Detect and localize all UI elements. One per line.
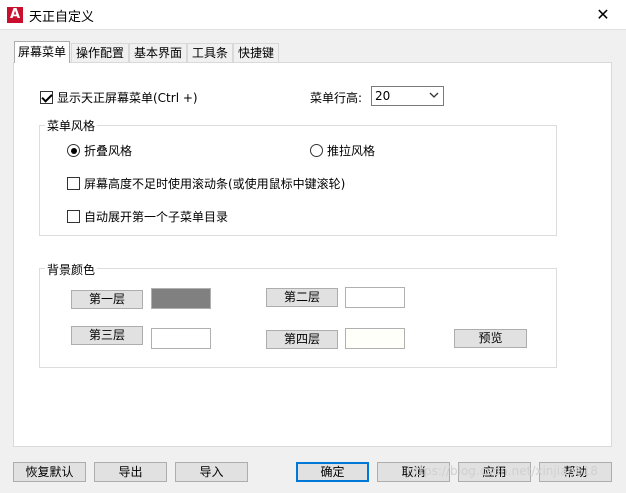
auto-expand-label: 自动展开第一个子菜单目录	[84, 210, 229, 224]
chevron-down-icon	[429, 92, 439, 98]
show-menu-label: 显示天正屏幕菜单(Ctrl +)	[57, 91, 198, 105]
scrollbar-label: 屏幕高度不足时使用滚动条(或使用鼠标中键滚轮)	[84, 177, 346, 191]
layer4-color-swatch[interactable]	[345, 328, 405, 349]
tab-shortcuts[interactable]: 快捷键	[233, 43, 279, 62]
export-button[interactable]: 导出	[94, 462, 167, 482]
menu-style-title: 菜单风格	[45, 117, 98, 134]
push-style-radio-row[interactable]: 推拉风格	[310, 142, 375, 159]
layer3-button[interactable]: 第三层	[71, 326, 143, 345]
title-bar: A 天正自定义 ✕	[0, 0, 626, 30]
close-icon[interactable]: ✕	[580, 0, 626, 30]
fold-style-label: 折叠风格	[84, 144, 133, 158]
layer2-button[interactable]: 第二层	[266, 288, 338, 307]
row-height-select[interactable]: 20	[371, 86, 444, 106]
layer2-color-swatch[interactable]	[345, 287, 405, 308]
fold-style-radio[interactable]	[67, 144, 80, 157]
restore-default-button[interactable]: 恢复默认	[13, 462, 86, 482]
apply-button[interactable]: 应用	[458, 462, 531, 482]
tab-basic-interface[interactable]: 基本界面	[129, 43, 187, 62]
tab-toolbar[interactable]: 工具条	[187, 43, 233, 62]
scrollbar-checkbox[interactable]	[67, 177, 80, 190]
import-button[interactable]: 导入	[175, 462, 248, 482]
background-color-title: 背景颜色	[45, 261, 98, 278]
layer3-color-swatch[interactable]	[151, 328, 211, 349]
scrollbar-checkbox-row[interactable]: 屏幕高度不足时使用滚动条(或使用鼠标中键滚轮)	[67, 175, 345, 192]
window-title: 天正自定义	[29, 10, 95, 25]
app-logo-icon: A	[7, 7, 23, 23]
layer1-button[interactable]: 第一层	[71, 290, 143, 309]
push-style-label: 推拉风格	[327, 144, 376, 158]
cancel-button[interactable]: 取消	[377, 462, 450, 482]
show-menu-checkbox[interactable]	[40, 91, 53, 104]
row-height-label: 菜单行高:	[310, 91, 363, 105]
show-menu-checkbox-row[interactable]: 显示天正屏幕菜单(Ctrl +)	[40, 89, 198, 106]
layer1-color-swatch[interactable]	[151, 288, 211, 309]
ok-button[interactable]: 确定	[296, 462, 369, 482]
auto-expand-checkbox[interactable]	[67, 210, 80, 223]
row-height-value: 20	[375, 89, 391, 103]
help-button[interactable]: 帮助	[539, 462, 612, 482]
fold-style-radio-row[interactable]: 折叠风格	[67, 142, 132, 159]
tab-operation-config[interactable]: 操作配置	[71, 43, 129, 62]
auto-expand-checkbox-row[interactable]: 自动展开第一个子菜单目录	[67, 208, 228, 225]
preview-button[interactable]: 预览	[454, 329, 527, 348]
tab-screen-menu[interactable]: 屏幕菜单	[14, 41, 70, 63]
push-style-radio[interactable]	[310, 144, 323, 157]
background-color-group	[39, 268, 557, 368]
layer4-button[interactable]: 第四层	[266, 330, 338, 349]
tab-panel: 显示天正屏幕菜单(Ctrl +) 菜单行高: 20 菜单风格 折叠风格 推拉风格…	[13, 62, 612, 447]
